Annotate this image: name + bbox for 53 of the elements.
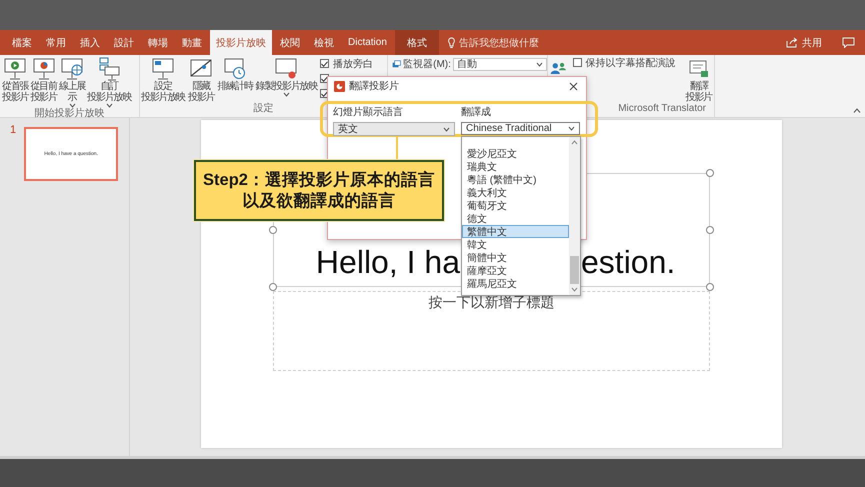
language-option[interactable]: 簡體中文 bbox=[462, 251, 569, 264]
ribbon-tab[interactable]: Dictation bbox=[342, 30, 393, 55]
rehearse-timings-button[interactable]: 排練計時 bbox=[217, 57, 253, 92]
language-option[interactable]: 繁體中文 bbox=[462, 225, 569, 238]
ribbon-tab[interactable]: 設計 bbox=[108, 30, 140, 55]
language-option[interactable]: 義大利文 bbox=[462, 186, 569, 199]
slide-title: Hello, I ha bbox=[314, 244, 460, 281]
language-option[interactable]: 羅馬尼亞文 bbox=[462, 277, 569, 290]
slide-number: 1 bbox=[10, 124, 16, 136]
hide-slide-button[interactable]: 隱藏 投影片 bbox=[188, 57, 214, 103]
from-start-button[interactable]: 從首張 投影片 bbox=[2, 57, 28, 103]
ribbon-tab[interactable]: 插入 bbox=[74, 30, 106, 55]
present-online-button[interactable]: 線上展 示 bbox=[58, 57, 86, 108]
language-option[interactable]: 薩摩亞文 bbox=[462, 264, 569, 277]
language-option[interactable]: 愛沙尼亞文 bbox=[462, 147, 569, 160]
dropdown-value: 英文 bbox=[338, 122, 358, 136]
language-option[interactable]: 葡萄牙文 bbox=[462, 199, 569, 212]
language-option[interactable]: 韓文 bbox=[462, 238, 569, 251]
translate-slides-button[interactable]: 翻譯 投影片 bbox=[686, 59, 712, 103]
custom-show-button[interactable]: 自訂 投影片放映 bbox=[87, 57, 132, 108]
ribbon-tab[interactable]: 檔案 bbox=[6, 30, 38, 55]
language-option[interactable]: 瑞典文 bbox=[462, 160, 569, 173]
group-label: 開始投影片放映 bbox=[34, 108, 104, 120]
group-label: 設定 bbox=[254, 103, 274, 115]
ribbon-tab[interactable]: 檢視 bbox=[308, 30, 340, 55]
from-current-button[interactable]: 從目前 投影片 bbox=[30, 57, 57, 103]
dropdown-value: 自動 bbox=[456, 58, 477, 71]
ribbon-tab[interactable]: 動畫 bbox=[176, 30, 208, 55]
tell-me-search[interactable]: 告訴我您想做什麼 bbox=[458, 36, 539, 50]
field-label: 幻燈片顯示語言 bbox=[333, 106, 404, 119]
target-language-dropdown[interactable]: Chinese Traditional bbox=[461, 122, 580, 135]
setup-show-button[interactable]: 設定 投影片放映 bbox=[141, 57, 186, 103]
dialog-title: 翻譯投影片 bbox=[349, 80, 399, 93]
dropdown-value: Chinese Traditional bbox=[466, 123, 552, 134]
ribbon-tab[interactable]: 校閱 bbox=[274, 30, 306, 55]
callout-note: Step2：選擇投影片原本的語言以及欲翻譯成的語言 bbox=[194, 160, 444, 221]
placeholder-text: 按一下以新增子標題 bbox=[428, 294, 554, 310]
language-option[interactable]: 德文 bbox=[462, 212, 569, 225]
field-label: 翻譯成 bbox=[461, 106, 492, 119]
ribbon-tab[interactable]: 格式 bbox=[394, 30, 439, 55]
ribbon-tab[interactable]: 轉場 bbox=[142, 30, 174, 55]
record-show-button[interactable]: 錄製投影片放映 bbox=[256, 57, 318, 97]
source-language-dropdown[interactable]: 英文 bbox=[333, 122, 455, 136]
slide-title: estion. bbox=[581, 244, 676, 281]
checkbox-label: 保持以字幕搭配演說 bbox=[586, 56, 676, 70]
checkbox-label: 播放旁白 bbox=[333, 58, 374, 70]
monitor-dropdown[interactable]: 自動 bbox=[452, 58, 547, 70]
language-option[interactable]: 粵語 (繁體中文) bbox=[462, 173, 569, 186]
group-label: Microsoft Translator bbox=[618, 103, 706, 115]
share-button[interactable]: 共用 bbox=[780, 34, 828, 50]
monitor-label: 監視器(M): bbox=[403, 58, 451, 71]
ribbon-tab[interactable]: 常用 bbox=[40, 30, 72, 55]
ribbon-tab[interactable]: 投影片放映 bbox=[210, 30, 272, 55]
